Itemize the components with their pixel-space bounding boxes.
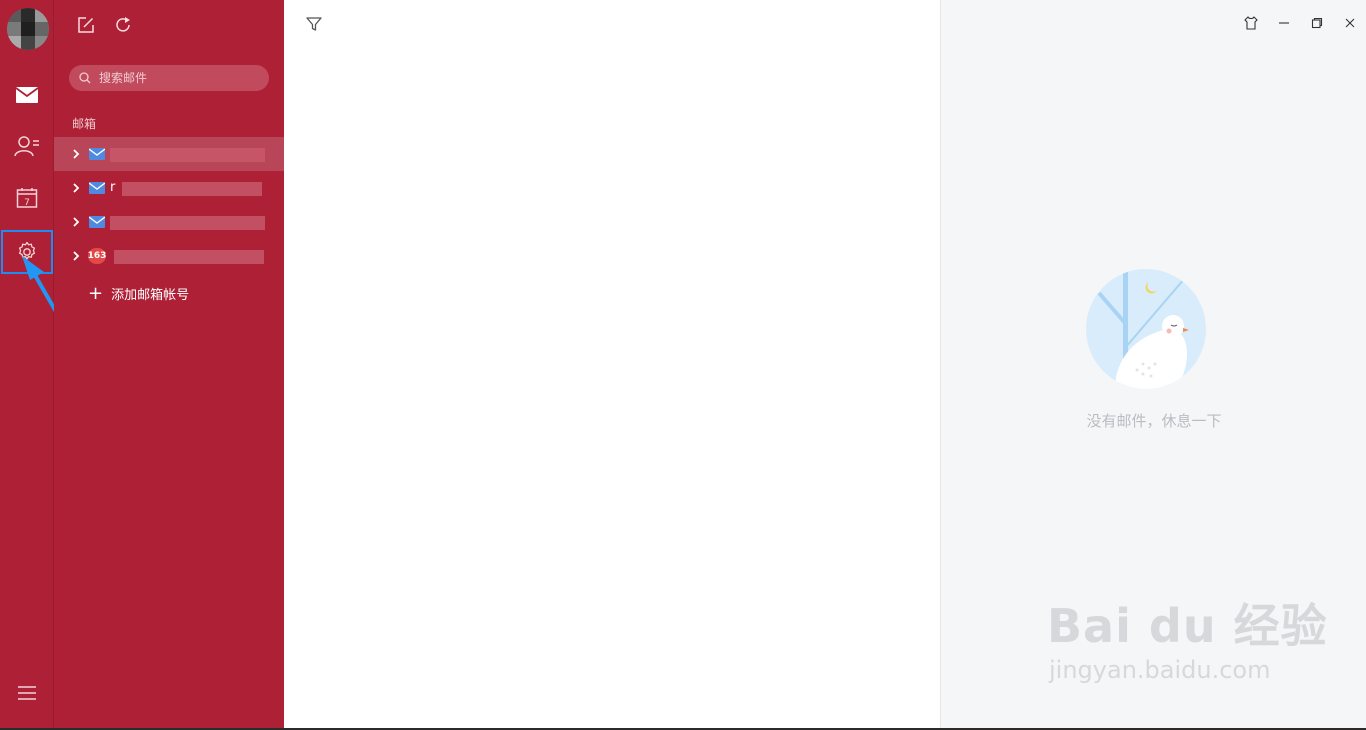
menu-button[interactable] bbox=[0, 673, 54, 713]
watermark-url: jingyan.baidu.com bbox=[1049, 656, 1271, 684]
account-name-blurred bbox=[110, 214, 265, 230]
account-item[interactable]: 163 bbox=[54, 239, 284, 273]
message-list-pane bbox=[284, 0, 940, 728]
mailbox-section-label: 邮箱 bbox=[72, 117, 97, 131]
add-account-button[interactable]: + 添加邮箱帐号 bbox=[88, 284, 189, 303]
account-name-blurred bbox=[110, 146, 265, 162]
close-button[interactable] bbox=[1333, 10, 1366, 36]
refresh-button[interactable] bbox=[112, 14, 134, 36]
chevron-right-icon[interactable] bbox=[72, 217, 82, 227]
mail-icon bbox=[88, 215, 106, 229]
163-icon: 163 bbox=[88, 248, 106, 264]
add-account-label: 添加邮箱帐号 bbox=[111, 288, 190, 303]
search-icon bbox=[79, 72, 91, 84]
restore-icon bbox=[1311, 17, 1322, 29]
account-name-blurred bbox=[110, 248, 265, 264]
reading-pane: 没有邮件，休息一下 Bai du 经验 jingyan.baidu.com bbox=[940, 0, 1366, 728]
hamburger-menu-icon bbox=[18, 686, 36, 700]
163-badge: 163 bbox=[88, 248, 106, 264]
close-icon bbox=[1345, 18, 1354, 28]
restore-button[interactable] bbox=[1300, 10, 1333, 36]
compose-icon bbox=[78, 17, 94, 33]
filter-button[interactable] bbox=[306, 16, 322, 36]
window-controls bbox=[1234, 10, 1366, 36]
chevron-right-icon[interactable] bbox=[72, 251, 82, 261]
search-box[interactable] bbox=[69, 65, 269, 91]
account-item[interactable] bbox=[54, 137, 284, 171]
skin-icon bbox=[1243, 16, 1258, 30]
mailbox-pane: 邮箱 r bbox=[54, 0, 284, 730]
refresh-icon bbox=[116, 17, 130, 32]
chevron-right-icon[interactable] bbox=[72, 183, 82, 193]
minimize-button[interactable] bbox=[1267, 10, 1300, 36]
account-name-blurred: r bbox=[110, 180, 265, 196]
compose-button[interactable] bbox=[75, 14, 97, 36]
account-item[interactable]: r bbox=[54, 171, 284, 205]
account-item[interactable] bbox=[54, 205, 284, 239]
skin-button[interactable] bbox=[1234, 10, 1267, 36]
filter-icon bbox=[306, 17, 322, 31]
mail-icon bbox=[88, 181, 106, 195]
watermark-brand: Bai du 经验 bbox=[1047, 599, 1328, 653]
plus-icon: + bbox=[88, 282, 104, 304]
baidu-jingyan-watermark: Bai du 经验 jingyan.baidu.com bbox=[1047, 590, 1328, 684]
empty-state-text: 没有邮件，休息一下 bbox=[1086, 412, 1222, 430]
minimize-icon bbox=[1278, 22, 1289, 24]
search-input[interactable] bbox=[97, 70, 261, 86]
chevron-right-icon[interactable] bbox=[72, 149, 82, 159]
empty-mailbox-illustration bbox=[1086, 269, 1206, 389]
mail-icon bbox=[88, 147, 106, 161]
